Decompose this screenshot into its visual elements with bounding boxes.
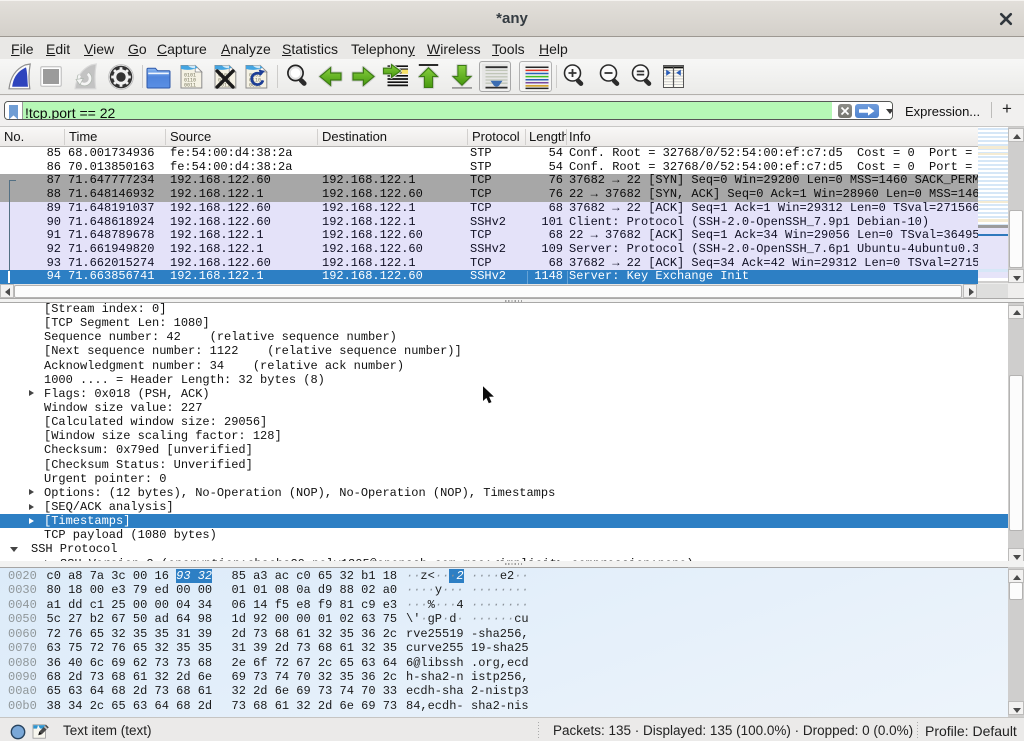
svg-text:0011: 0011: [184, 83, 196, 89]
